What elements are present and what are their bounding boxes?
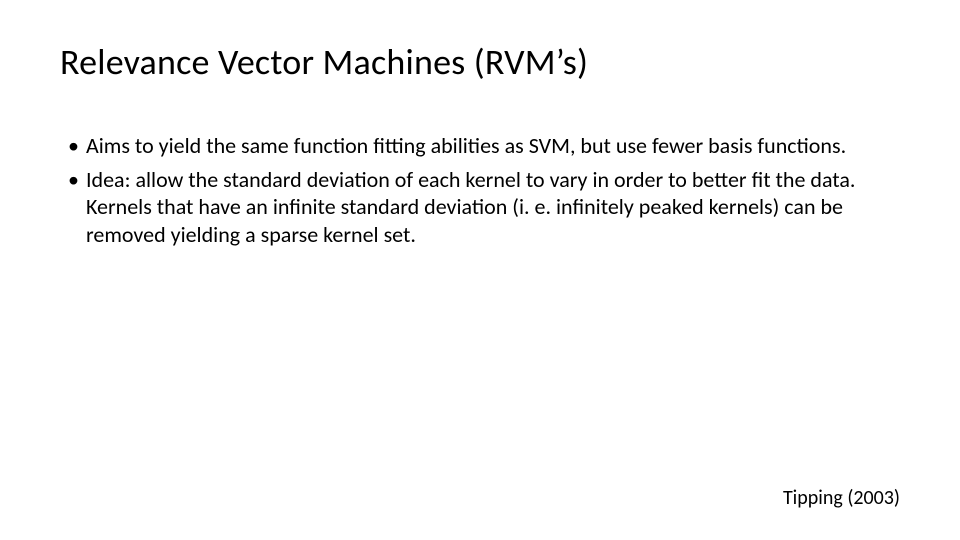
bullet-item: Aims to yield the same function fitting … — [68, 132, 900, 160]
citation: Tipping (2003) — [783, 486, 900, 510]
slide-container: Relevance Vector Machines (RVM’s) Aims t… — [0, 0, 960, 540]
bullet-item: Idea: allow the standard deviation of ea… — [68, 166, 900, 249]
bullet-list: Aims to yield the same function fitting … — [60, 132, 900, 248]
slide-title: Relevance Vector Machines (RVM’s) — [60, 40, 900, 84]
